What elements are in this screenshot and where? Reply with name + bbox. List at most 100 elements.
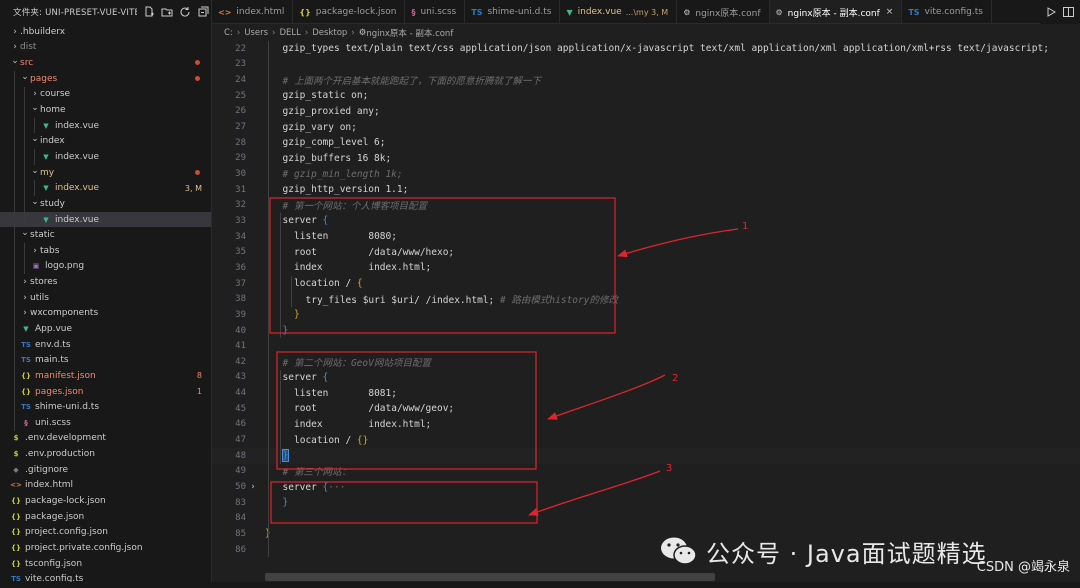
tree-file[interactable]: ▼ App.vue xyxy=(0,321,211,337)
tree-file[interactable]: ▼ index.vue xyxy=(0,117,211,134)
tree-file[interactable]: {} package.json xyxy=(0,509,211,525)
tab-label: shime-uni.d.ts xyxy=(487,7,552,17)
line-number: 38 xyxy=(235,294,246,305)
new-file-icon[interactable] xyxy=(143,6,155,18)
tree-file[interactable]: § uni.scss xyxy=(0,415,211,431)
split-editor-icon[interactable] xyxy=(1063,7,1074,17)
editor-tab[interactable]: ⚙ nginx原本 - 副本.conf × xyxy=(769,0,903,23)
editor-tab[interactable]: {} package-lock.json xyxy=(293,0,406,23)
editor-tab[interactable]: ⚙ nginx原本.conf xyxy=(677,0,770,23)
code-line[interactable]: 27 gzip_vary on; xyxy=(212,119,1080,135)
code-line[interactable]: 22 gzip_types text/plain text/css applica… xyxy=(212,41,1080,57)
tree-folder[interactable]: › dist xyxy=(0,40,211,56)
tree-folder[interactable]: ⌄ study xyxy=(0,196,211,212)
code-line[interactable]: 24 # 上面两个开启基本就能跑起了，下面的愿意折腾就了解一下 xyxy=(212,72,1080,88)
code-line[interactable]: 84 xyxy=(212,511,1080,527)
line-number: 39 xyxy=(235,309,246,320)
code-line[interactable]: 38 try_files $uri $uri/ /index.html; # 路由… xyxy=(212,291,1080,307)
tree-file[interactable]: ▼ index.vue 3, M xyxy=(0,180,211,197)
code-line[interactable]: 37 location / { xyxy=(212,276,1080,292)
code-line[interactable]: 39} xyxy=(212,307,1080,323)
tree-file[interactable]: {} tsconfig.json xyxy=(0,556,211,572)
tree-folder[interactable]: ⌄ index xyxy=(0,133,211,150)
tab-label: nginx原本 - 副本.conf xyxy=(787,8,880,19)
breadcrumb-item[interactable]: Desktop xyxy=(312,28,347,38)
code-line[interactable]: 30 # gzip_min_length 1k; xyxy=(212,166,1080,182)
code-line[interactable]: 45 root /data/www/geov; xyxy=(212,401,1080,417)
tree-file[interactable]: {} project.config.json xyxy=(0,525,211,541)
tree-folder[interactable]: ⌄ pages xyxy=(0,70,211,87)
tree-item-label: study xyxy=(40,198,65,209)
tree-file[interactable]: ▼ index.vue xyxy=(0,211,211,228)
tree-folder[interactable]: ⌄ my xyxy=(0,164,211,181)
horizontal-scrollbar[interactable] xyxy=(265,573,715,581)
code-editor[interactable]: 22 gzip_types text/plain text/css applica… xyxy=(212,41,1080,574)
tree-folder[interactable]: ⌄ home xyxy=(0,102,211,118)
editor-tab[interactable]: § uni.scss xyxy=(405,0,466,23)
code-line[interactable]: 48} xyxy=(212,447,1080,464)
collapse-all-icon[interactable] xyxy=(197,6,209,18)
tree-folder[interactable]: › stores xyxy=(0,274,211,290)
tree-folder[interactable]: › course xyxy=(0,86,211,103)
tree-file[interactable]: TS main.ts xyxy=(0,352,211,369)
code-text: gzip_types text/plain text/css applicati… xyxy=(260,43,1049,54)
fold-chevron-icon[interactable]: › xyxy=(246,482,260,492)
tree-file[interactable]: ▣ logo.png xyxy=(0,258,211,275)
code-line[interactable]: 46 index index.html; xyxy=(212,417,1080,433)
tree-file[interactable]: {} manifest.json 8 xyxy=(0,368,211,384)
code-line[interactable]: 26 gzip_proxied any; xyxy=(212,104,1080,120)
tree-item-label: shime-uni.d.ts xyxy=(35,402,100,413)
tree-folder[interactable]: › wxcomponents xyxy=(0,305,211,322)
tree-file[interactable]: TS shime-uni.d.ts xyxy=(0,399,211,416)
breadcrumb-item[interactable]: DELL xyxy=(279,28,300,38)
breadcrumb-item[interactable]: C: xyxy=(224,28,233,38)
new-folder-icon[interactable] xyxy=(161,6,173,18)
code-line[interactable]: 50 › server {··· xyxy=(212,479,1080,495)
tree-folder[interactable]: ⌄ src xyxy=(0,55,211,71)
tree-file[interactable]: ◆ .gitignore xyxy=(0,462,211,478)
code-line[interactable]: 40} xyxy=(212,323,1080,339)
tree-file[interactable]: TS env.d.ts xyxy=(0,336,211,353)
code-line[interactable]: 44 listen 8081; xyxy=(212,385,1080,401)
code-line[interactable]: 25 gzip_static on; xyxy=(212,88,1080,104)
tree-folder[interactable]: › .hbuilderx xyxy=(0,24,211,40)
editor-tab[interactable]: TS shime-uni.d.ts xyxy=(465,0,561,23)
tree-file[interactable]: {} project.private.config.json xyxy=(0,540,211,556)
editor-tab[interactable]: <> index.html xyxy=(212,0,294,23)
tree-file[interactable]: $ .env.development xyxy=(0,431,211,447)
line-number: 41 xyxy=(235,341,246,352)
close-icon[interactable]: × xyxy=(886,7,894,17)
code-line[interactable]: 29 gzip_buffers 16 8k; xyxy=(212,151,1080,167)
code-line[interactable]: 36 index index.html; xyxy=(212,260,1080,276)
code-line[interactable]: 28 gzip_comp_level 6; xyxy=(212,135,1080,151)
code-line[interactable]: 47 location / {} xyxy=(212,432,1080,448)
code-line[interactable]: 32 # 第一个网站：个人博客项目配置 xyxy=(212,198,1080,214)
editor-tab[interactable]: ▼ index.vue ...\my 3, M xyxy=(560,0,678,23)
code-line[interactable]: 42 # 第二个网站：GeoV网站项目配置 xyxy=(212,354,1080,370)
tree-folder[interactable]: › utils xyxy=(0,289,211,306)
code-line[interactable]: 49 # 第三个网站： xyxy=(212,464,1080,480)
tree-file[interactable]: <> index.html xyxy=(0,478,211,494)
tree-file[interactable]: $ .env.production xyxy=(0,446,211,462)
tab-label: uni.scss xyxy=(420,7,457,17)
code-line[interactable]: 41 xyxy=(212,338,1080,354)
tree-folder[interactable]: › tabs xyxy=(0,242,211,259)
code-line[interactable]: 34 listen 8080; xyxy=(212,229,1080,245)
tree-file[interactable]: ▼ index.vue xyxy=(0,149,211,165)
code-line[interactable]: 31 gzip_http_version 1.1; xyxy=(212,182,1080,198)
refresh-icon[interactable] xyxy=(179,6,191,18)
editor-tab[interactable]: TS vite.config.ts xyxy=(902,0,992,23)
code-line[interactable]: 33 server { xyxy=(212,213,1080,229)
tree-file[interactable]: {} package-lock.json xyxy=(0,493,211,509)
run-icon[interactable] xyxy=(1046,7,1056,17)
breadcrumb-item[interactable]: Users xyxy=(244,28,268,38)
code-line[interactable]: 23 xyxy=(212,57,1080,73)
code-line[interactable]: 35 root /data/www/hexo; xyxy=(212,244,1080,260)
indent-guide xyxy=(14,399,15,416)
breadcrumb-item[interactable]: nginx原本 - 副本.conf xyxy=(366,27,453,39)
tree-file[interactable]: {} pages.json 1 xyxy=(0,383,211,400)
code-line[interactable]: 43 server { xyxy=(212,370,1080,386)
code-text: # 第一个网站：个人博客项目配置 xyxy=(260,198,427,212)
tree-folder[interactable]: ⌄ static xyxy=(0,227,211,243)
code-line[interactable]: 83} xyxy=(212,495,1080,511)
